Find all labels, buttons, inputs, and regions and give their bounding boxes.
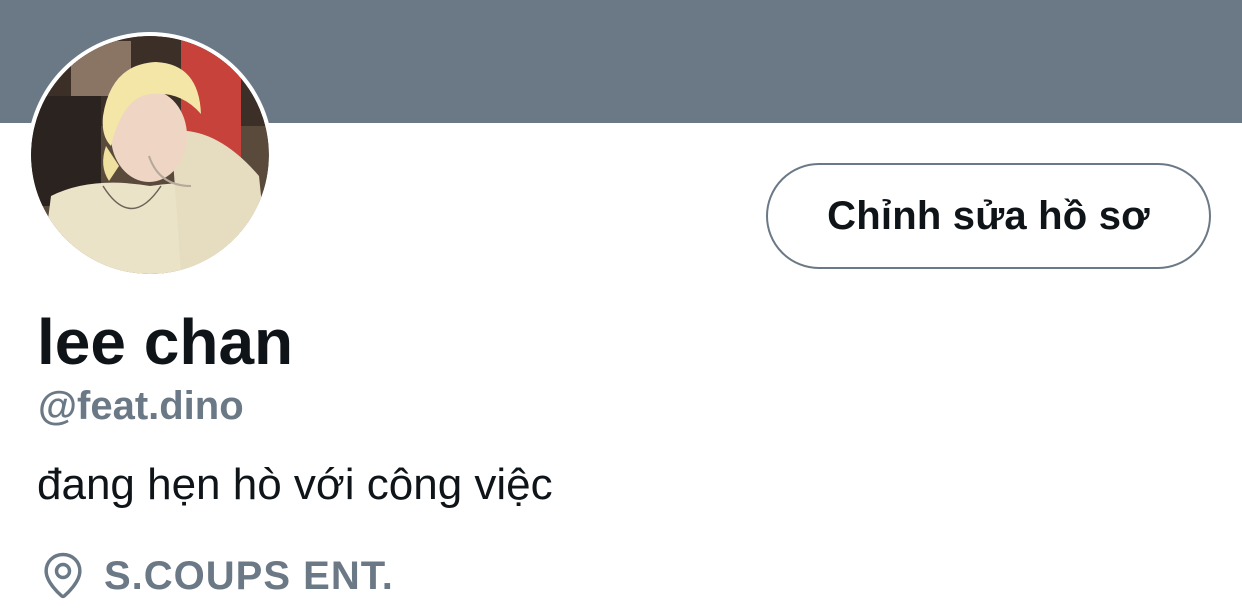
location-pin-icon bbox=[44, 552, 82, 599]
edit-profile-button[interactable]: Chỉnh sửa hồ sơ bbox=[766, 163, 1211, 269]
location-text: S.COUPS ENT. bbox=[104, 554, 394, 598]
profile-page: Chỉnh sửa hồ sơ lee chan @feat.dino đang… bbox=[0, 0, 1242, 615]
edit-profile-button-label: Chỉnh sửa hồ sơ bbox=[827, 193, 1150, 238]
user-handle: @feat.dino bbox=[38, 384, 244, 428]
profile-bio: đang hẹn hò với công việc bbox=[37, 460, 553, 509]
display-name: lee chan bbox=[37, 306, 294, 378]
profile-location: S.COUPS ENT. bbox=[40, 550, 394, 602]
avatar-photo bbox=[31, 36, 269, 274]
profile-avatar[interactable] bbox=[27, 32, 273, 278]
